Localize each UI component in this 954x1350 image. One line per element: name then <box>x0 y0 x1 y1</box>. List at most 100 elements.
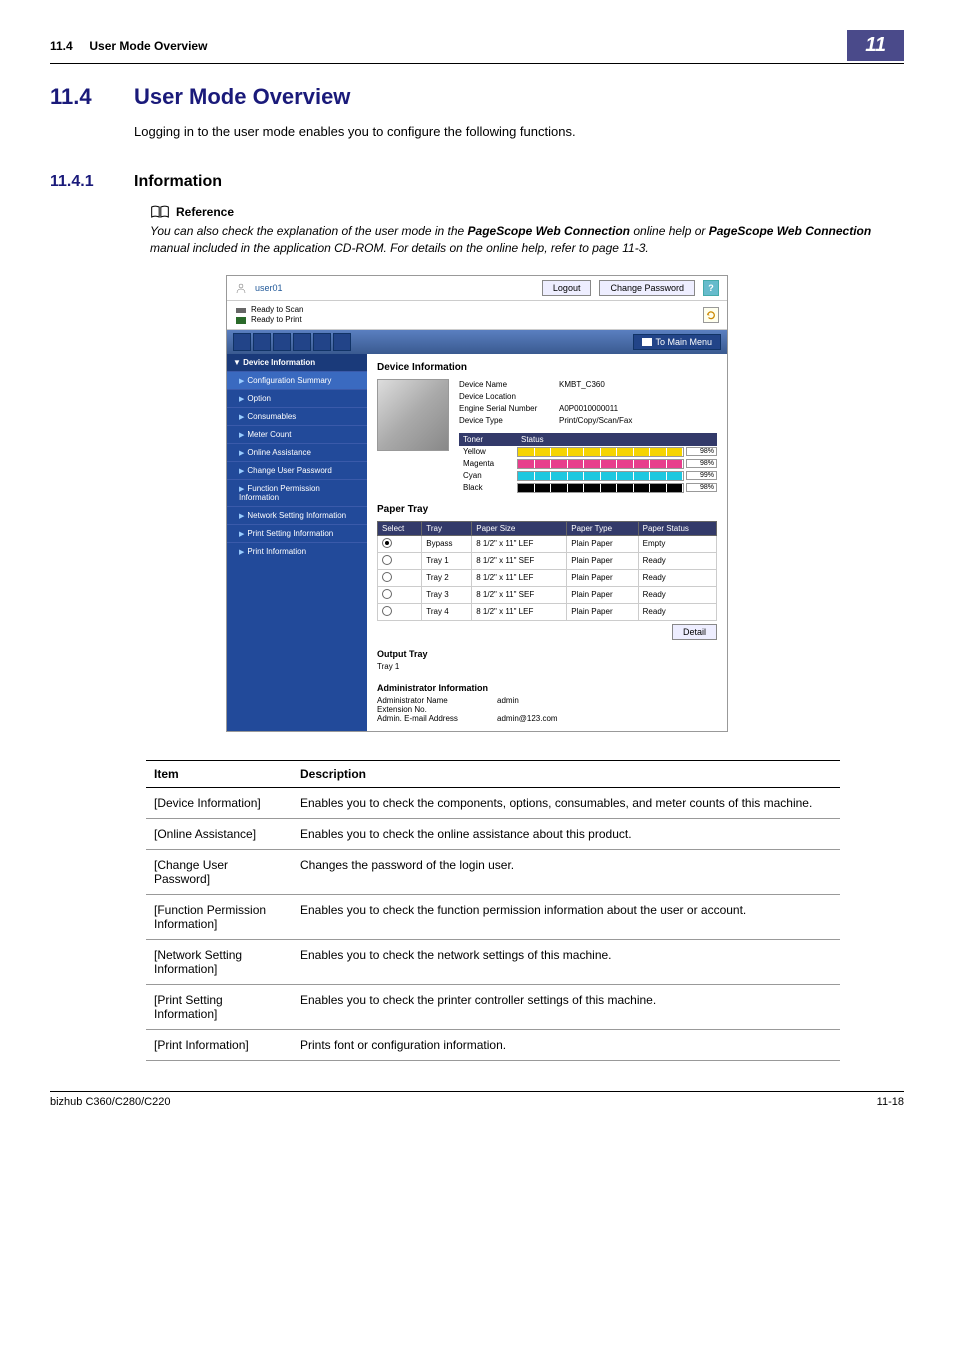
sidebar: ▼ Device Information ▶Configuration Summ… <box>227 354 367 731</box>
logout-button[interactable]: Logout <box>542 280 592 296</box>
desc-item: [Print Setting Information​] <box>146 984 292 1029</box>
tray-select[interactable] <box>378 586 422 603</box>
admin-info-title: Administrator Information <box>377 683 717 693</box>
desc-row: [Online Assistance​]Enables you to check… <box>146 818 840 849</box>
help-icon[interactable]: ? <box>703 280 719 296</box>
sidebar-item-network-setting[interactable]: ▶Network Setting Information <box>227 506 367 524</box>
subsection-title: Information <box>134 173 222 191</box>
desc-item: [Function Permission Information​] <box>146 894 292 939</box>
reference-heading: Reference <box>176 205 234 219</box>
device-serial-value: A0P0010000011 <box>559 403 618 415</box>
desc-text: Changes the password of the login user. <box>292 849 840 894</box>
section-number: 11.4 <box>50 84 110 110</box>
toner-table: TonerStatus Yellow98%Magenta98%Cyan99%Bl… <box>459 433 717 494</box>
desc-row: [Function Permission Information​]Enable… <box>146 894 840 939</box>
detail-button[interactable]: Detail <box>672 624 717 640</box>
desc-th-item: Item <box>146 760 292 787</box>
sidebar-item-print-setting[interactable]: ▶Print Setting Information <box>227 524 367 542</box>
paper-tray-title: Paper Tray <box>377 504 717 515</box>
content-title: Device Information <box>377 362 717 373</box>
tray-size: 8 1/2" x 11" LEF <box>472 603 567 620</box>
th-type: Paper Type <box>567 521 638 535</box>
toner-bar <box>517 447 684 457</box>
tray-select[interactable] <box>378 552 422 569</box>
chapter-tab: 11 <box>847 30 904 61</box>
desc-item: [Change User Password​] <box>146 849 292 894</box>
tray-select[interactable] <box>378 569 422 586</box>
page-footer: bizhub C360/C280/C220 11-18 <box>50 1091 904 1108</box>
tray-status: Empty <box>638 535 716 552</box>
desc-text: Enables you to check the network setting… <box>292 939 840 984</box>
main-menu-button[interactable]: To Main Menu <box>633 334 721 350</box>
tab-icon-3[interactable] <box>273 333 291 351</box>
tab-icons[interactable] <box>233 333 351 351</box>
th-tray: Tray <box>422 521 472 535</box>
toner-row: Cyan 99% <box>459 470 717 482</box>
page-header: 11.4 User Mode Overview 11 <box>50 30 904 64</box>
change-password-button[interactable]: Change Password <box>599 280 695 296</box>
refresh-icon[interactable] <box>703 307 719 323</box>
device-serial-label: Engine Serial Number <box>459 403 559 415</box>
section-title: User Mode Overview <box>134 84 904 110</box>
tray-select[interactable] <box>378 535 422 552</box>
tray-name: Tray 4 <box>422 603 472 620</box>
tray-name: Tray 1 <box>422 552 472 569</box>
sidebar-item-meter-count[interactable]: ▶Meter Count <box>227 425 367 443</box>
desc-text: Enables you to check the components, opt… <box>292 787 840 818</box>
desc-row: [Change User Password​]Changes the passw… <box>146 849 840 894</box>
sidebar-item-option[interactable]: ▶Option <box>227 389 367 407</box>
ref-bold-1: PageScope Web Connection <box>468 224 630 238</box>
desc-item: [Print Information​] <box>146 1029 292 1060</box>
sidebar-item-consumables[interactable]: ▶Consumables <box>227 407 367 425</box>
subsection-number: 11.4.1 <box>50 173 110 191</box>
tab-icon-5[interactable] <box>313 333 331 351</box>
th-size: Paper Size <box>472 521 567 535</box>
sidebar-item-print-info[interactable]: ▶Print Information <box>227 542 367 560</box>
status-print: Ready to Print <box>251 315 302 324</box>
toner-row: Magenta98% <box>459 458 717 470</box>
menu-icon <box>642 338 652 346</box>
device-name-value: KMBT_C360 <box>559 379 605 391</box>
sidebar-item-function-permission[interactable]: ▶Function Permission Information <box>227 479 367 506</box>
th-select: Select <box>378 521 422 535</box>
tab-icon-6[interactable] <box>333 333 351 351</box>
ref-text-2: online help or <box>630 224 709 238</box>
header-section-num: 11.4 <box>50 39 73 53</box>
footer-left: bizhub C360/C280/C220 <box>50 1096 170 1108</box>
sidebar-item-change-password[interactable]: ▶Change User Password <box>227 461 367 479</box>
desc-th-desc: Description <box>292 760 840 787</box>
tray-row: Tray 28 1/2" x 11" LEFPlain PaperReady <box>378 569 717 586</box>
desc-row: [Print Information​]Prints font or confi… <box>146 1029 840 1060</box>
toner-pct: 99% <box>686 471 717 480</box>
tray-select[interactable] <box>378 603 422 620</box>
tray-type: Plain Paper <box>567 535 638 552</box>
toner-pct: 98% <box>686 483 717 492</box>
tray-status: Ready <box>638 569 716 586</box>
desc-text: Prints font or configuration information… <box>292 1029 840 1060</box>
toner-row: Black98% <box>459 482 717 494</box>
sidebar-item-online-assistance[interactable]: ▶Online Assistance <box>227 443 367 461</box>
printer-icon <box>235 315 247 325</box>
book-icon <box>150 205 170 219</box>
sidebar-item-config-summary[interactable]: ▶Configuration Summary <box>227 371 367 389</box>
desc-item: [Device Information​] <box>146 787 292 818</box>
web-connection-screenshot: user01 Logout Change Password ? Ready to… <box>226 275 728 732</box>
output-tray-value: Tray 1 <box>377 662 717 671</box>
th-status: Paper Status <box>638 521 716 535</box>
tray-type: Plain Paper <box>567 552 638 569</box>
description-table: Item Description [Device Information​]En… <box>146 760 840 1061</box>
tray-status: Ready <box>638 552 716 569</box>
tab-icon-2[interactable] <box>253 333 271 351</box>
tray-status: Ready <box>638 586 716 603</box>
section-intro: Logging in to the user mode enables you … <box>134 124 904 139</box>
footer-right: 11-18 <box>877 1096 904 1108</box>
tray-size: 8 1/2" x 11" SEF <box>472 552 567 569</box>
toner-name: Yellow <box>459 447 517 456</box>
tray-size: 8 1/2" x 11" SEF <box>472 586 567 603</box>
toner-name: Cyan <box>459 471 517 480</box>
tab-icon-1[interactable] <box>233 333 251 351</box>
tray-size: 8 1/2" x 11" LEF <box>472 535 567 552</box>
desc-text: Enables you to check the function permis… <box>292 894 840 939</box>
tray-row: Bypass8 1/2" x 11" LEFPlain PaperEmpty <box>378 535 717 552</box>
tab-icon-4[interactable] <box>293 333 311 351</box>
